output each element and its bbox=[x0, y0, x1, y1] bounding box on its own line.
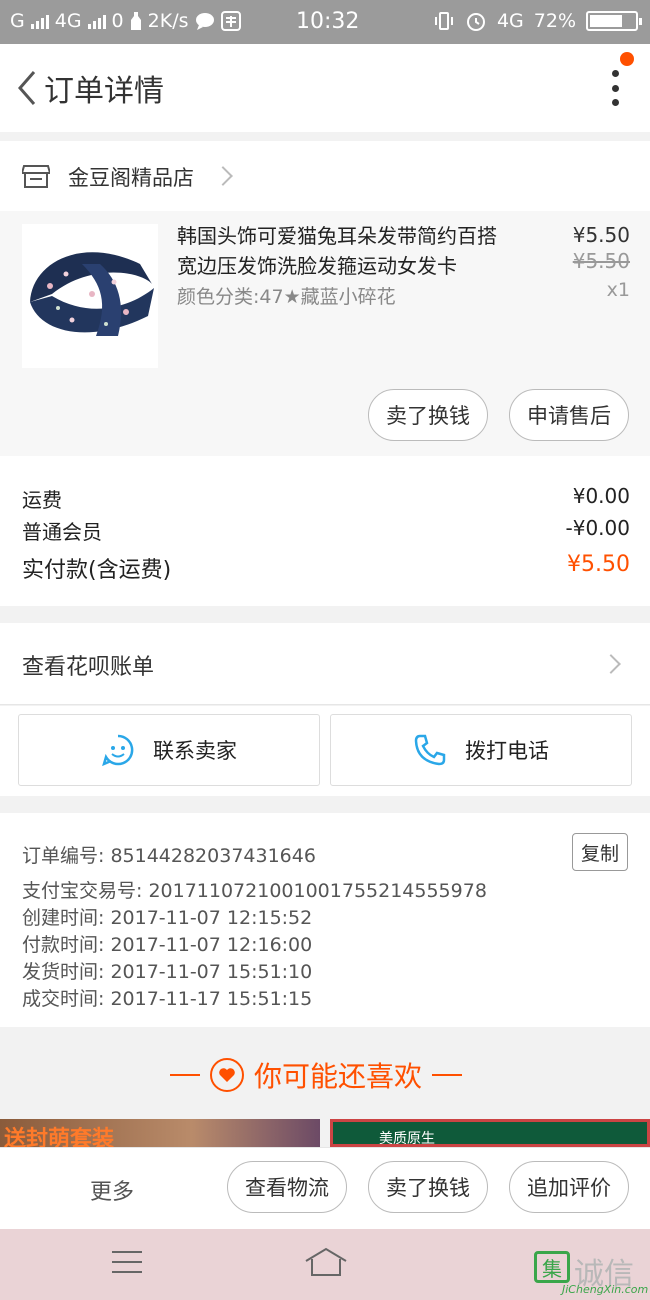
store-icon bbox=[22, 165, 50, 188]
shop-row[interactable]: 金豆阁精品店 bbox=[0, 141, 650, 211]
vibrate-icon bbox=[434, 12, 453, 30]
shipping-label: 运费 bbox=[22, 488, 62, 512]
more-button[interactable]: 更多 bbox=[90, 1174, 134, 1206]
menu-icon[interactable] bbox=[112, 1251, 142, 1273]
signal-icon bbox=[30, 13, 49, 29]
speed-label: 2K/s bbox=[147, 10, 189, 32]
headband-image bbox=[22, 224, 158, 368]
huabei-label[interactable]: 查看花呗账单 bbox=[22, 649, 154, 681]
status-left: G 4G 0 2K/s bbox=[10, 10, 241, 32]
member-label: 普通会员 bbox=[22, 520, 102, 544]
add-review-button[interactable]: 追加评价 bbox=[509, 1161, 629, 1213]
bottle-icon bbox=[130, 12, 141, 30]
shipping-value: ¥0.00 bbox=[572, 484, 630, 508]
call-phone-button[interactable]: 拨打电话 bbox=[330, 714, 632, 786]
total-row: 实付款(含运费) ¥5.50 bbox=[22, 552, 630, 584]
bottom-action-bar: 更多 查看物流 卖了换钱 追加评价 bbox=[0, 1147, 650, 1229]
watermark-url: JiChengXin.com bbox=[562, 1283, 649, 1296]
taobao-app-icon bbox=[220, 11, 241, 31]
status-bar: G 4G 0 2K/s 10:32 4G 72% bbox=[0, 0, 650, 44]
product-thumbnail[interactable] bbox=[22, 224, 158, 368]
signal-icon-2 bbox=[87, 13, 106, 29]
carrier-label: G bbox=[10, 10, 25, 32]
order-number: 订单编号: 85144282037431646 bbox=[22, 845, 316, 867]
recommend-title: 你可能还喜欢 bbox=[254, 1060, 423, 1093]
contact-seller-button[interactable]: 联系卖家 bbox=[18, 714, 320, 786]
status-right: 4G 72% bbox=[433, 10, 642, 32]
sell-button-bottom[interactable]: 卖了换钱 bbox=[368, 1161, 488, 1213]
total-label: 实付款(含运费) bbox=[22, 558, 172, 583]
divider-line bbox=[432, 1074, 463, 1076]
more-options-icon[interactable] bbox=[610, 70, 620, 106]
home-icon[interactable] bbox=[304, 1247, 348, 1277]
product-original-price: ¥5.50 bbox=[572, 249, 630, 273]
contact-row: 联系卖家 拨打电话 bbox=[0, 706, 650, 796]
copy-button[interactable]: 复制 bbox=[572, 833, 628, 871]
contact-seller-label: 联系卖家 bbox=[153, 739, 237, 763]
chat-face-icon bbox=[102, 734, 134, 767]
recommend-card-right-text: 美质原生 bbox=[379, 1131, 435, 1147]
watermark-logo: 集 bbox=[534, 1251, 570, 1283]
recommend-header: 你可能还喜欢 bbox=[170, 1055, 463, 1095]
sell-button[interactable]: 卖了换钱 bbox=[368, 389, 488, 441]
total-value: ¥5.50 bbox=[567, 552, 630, 577]
call-phone-label: 拨打电话 bbox=[465, 739, 549, 763]
battery-icon bbox=[586, 11, 642, 31]
shipping-row: 运费 ¥0.00 bbox=[22, 484, 630, 513]
network-label: 4G bbox=[54, 10, 82, 32]
paid-time: 付款时间: 2017-11-07 12:16:00 bbox=[22, 934, 313, 956]
huabei-bill-row[interactable]: 查看花呗账单 bbox=[0, 623, 650, 705]
chat-bubble-icon bbox=[195, 13, 214, 30]
product-price: ¥5.50 bbox=[572, 223, 630, 247]
recommend-card-left-text: 送封萌套装 bbox=[4, 1127, 115, 1147]
divider-line bbox=[170, 1074, 200, 1076]
recommend-card-left[interactable]: 送封萌套装 bbox=[0, 1119, 320, 1147]
header-bar: 订单详情 bbox=[0, 44, 650, 132]
after-sales-button[interactable]: 申请售后 bbox=[509, 389, 629, 441]
notification-dot bbox=[620, 52, 634, 66]
battery-percent: 72% bbox=[533, 10, 576, 32]
shipped-time: 发货时间: 2017-11-07 15:51:10 bbox=[22, 961, 313, 983]
order-info: 订单编号: 85144282037431646 复制 支付宝交易号: 20171… bbox=[0, 813, 650, 1027]
chevron-right-icon bbox=[601, 654, 621, 674]
product-sku: 颜色分类:47★藏蓝小碎花 bbox=[177, 286, 396, 308]
status-time: 10:32 bbox=[296, 9, 360, 34]
heart-icon bbox=[210, 1058, 244, 1092]
chevron-right-icon bbox=[213, 166, 233, 186]
completed-time: 成交时间: 2017-11-17 15:51:15 bbox=[22, 988, 313, 1010]
member-value: -¥0.00 bbox=[565, 516, 630, 540]
recommend-card-right[interactable]: 美质原生 bbox=[330, 1119, 650, 1147]
page-title: 订单详情 bbox=[44, 74, 164, 109]
recommend-section: 你可能还喜欢 bbox=[0, 1027, 650, 1119]
network2-label: 0 bbox=[111, 10, 124, 32]
alipay-trade-number: 支付宝交易号: 2017110721001001755214555978 bbox=[22, 880, 487, 902]
product-quantity: x1 bbox=[606, 279, 630, 301]
back-arrow-icon[interactable] bbox=[12, 68, 42, 108]
fee-summary: 运费 ¥0.00 普通会员 -¥0.00 实付款(含运费) ¥5.50 bbox=[0, 456, 650, 606]
product-item[interactable]: 韩国头饰可爱猫兔耳朵发带简约百搭宽边压发饰洗脸发箍运动女发卡 颜色分类:47★藏… bbox=[0, 211, 650, 456]
member-row: 普通会员 -¥0.00 bbox=[22, 516, 630, 545]
product-title[interactable]: 韩国头饰可爱猫兔耳朵发带简约百搭宽边压发饰洗脸发箍运动女发卡 bbox=[177, 221, 507, 281]
created-time: 创建时间: 2017-11-07 12:15:52 bbox=[22, 907, 313, 929]
phone-icon bbox=[414, 734, 446, 766]
battery-network-label: 4G bbox=[496, 10, 524, 32]
alarm-icon bbox=[466, 13, 485, 31]
shop-name[interactable]: 金豆阁精品店 bbox=[68, 162, 194, 192]
system-nav-bar: 集 诚信 JiChengXin.com bbox=[0, 1229, 650, 1300]
view-logistics-button[interactable]: 查看物流 bbox=[227, 1161, 347, 1213]
